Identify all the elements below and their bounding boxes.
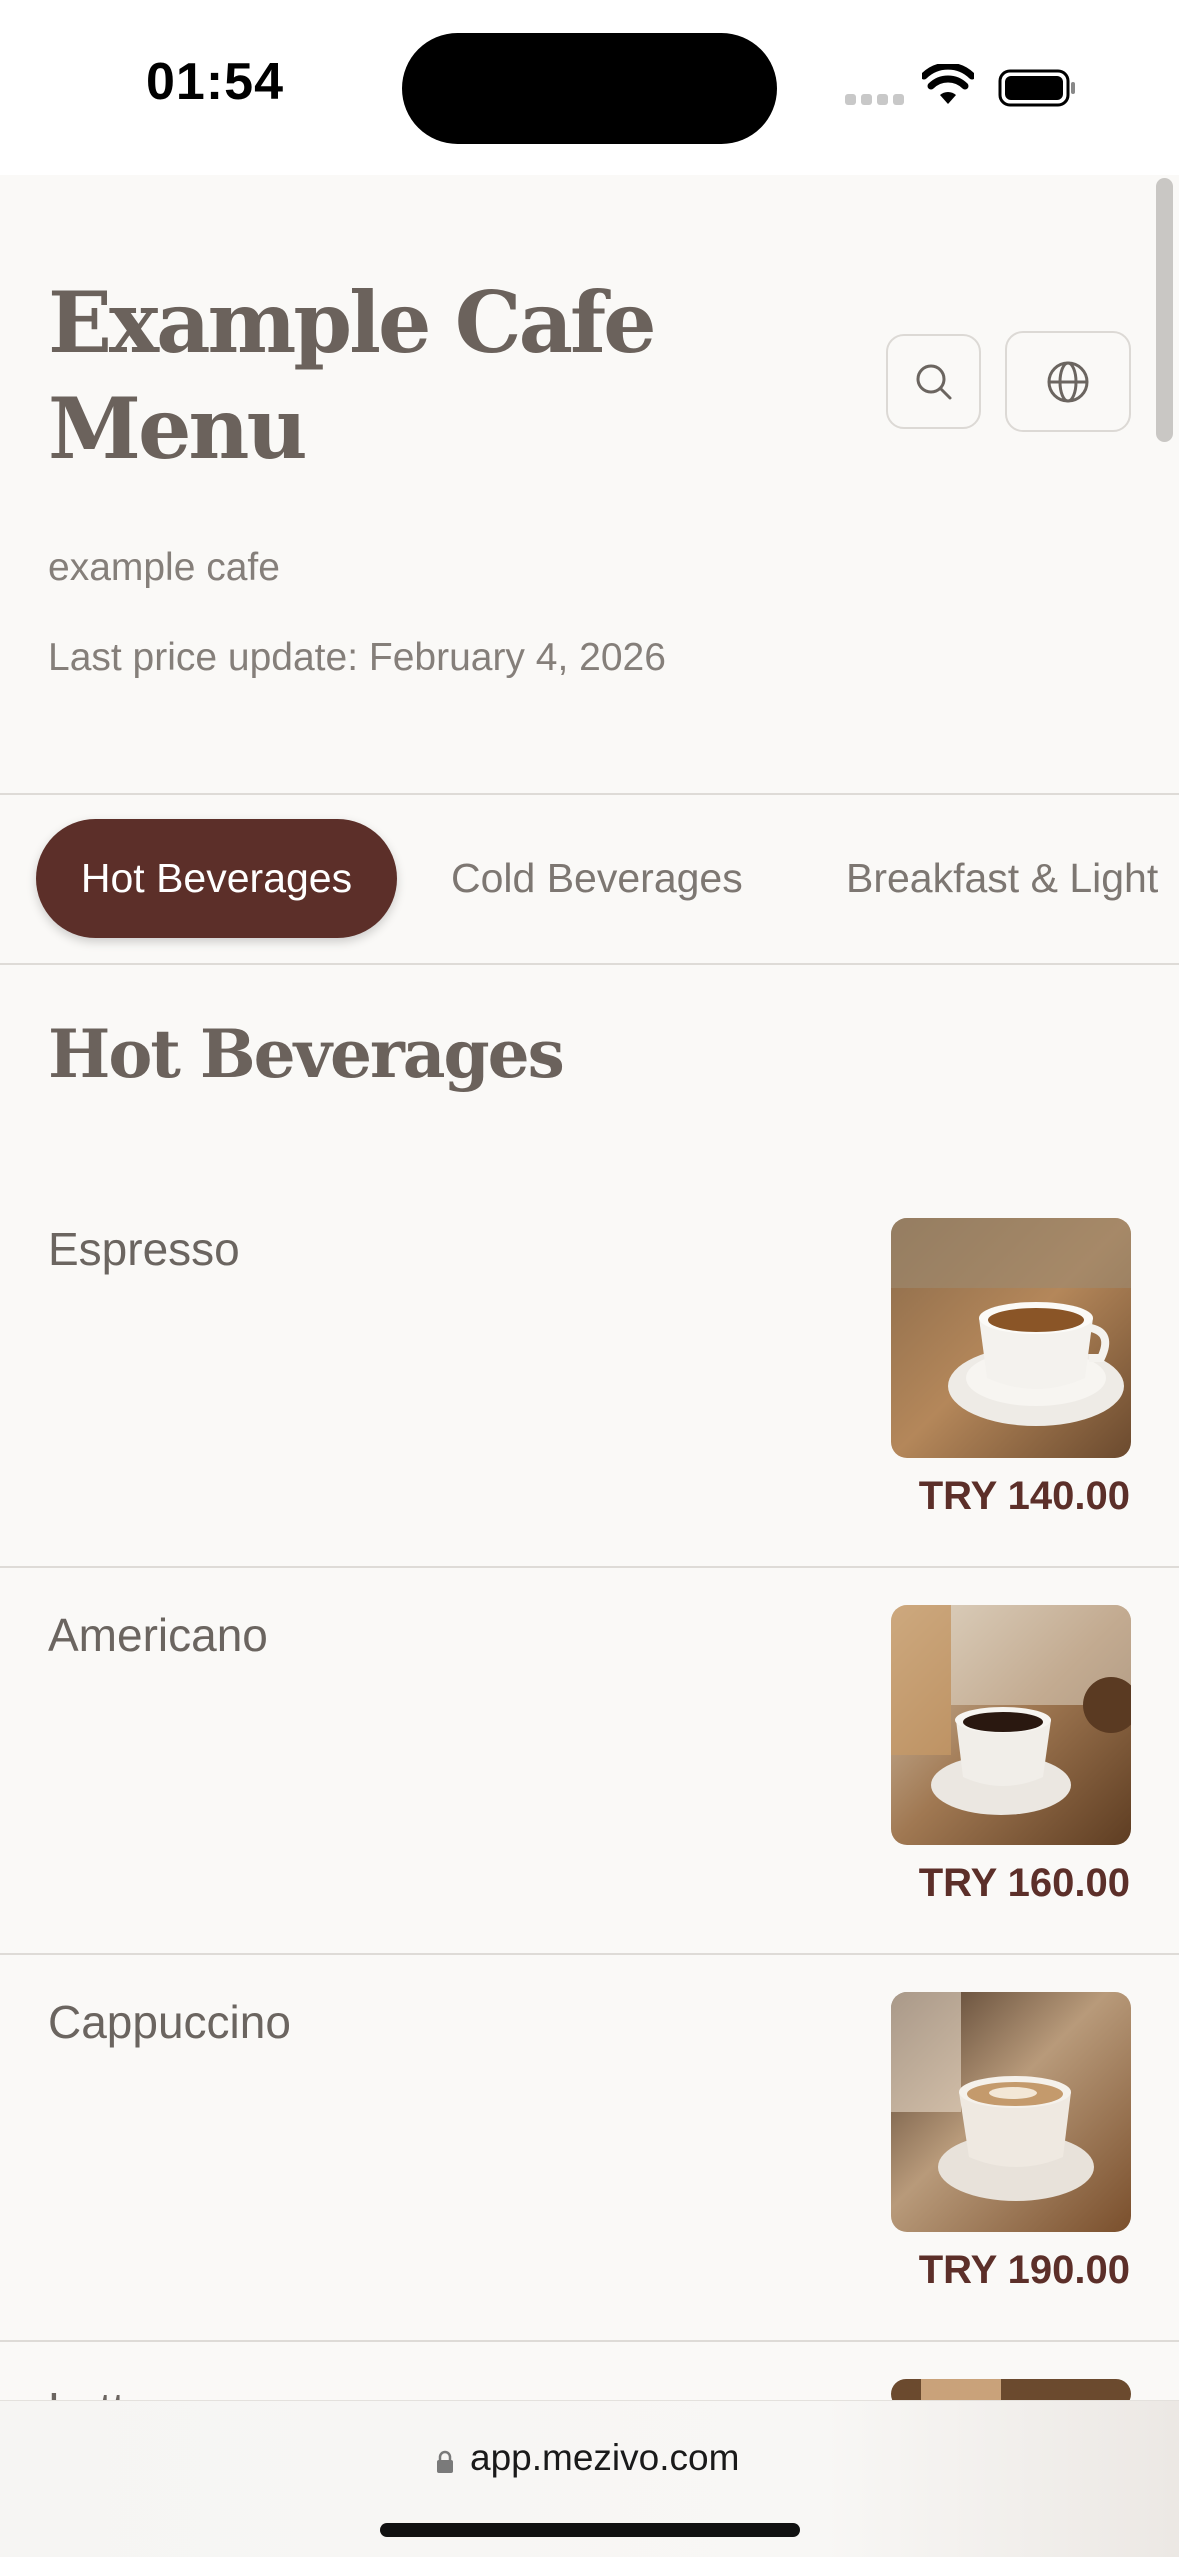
url-text[interactable]: app.mezivo.com — [470, 2437, 739, 2479]
item-name-americano[interactable]: Americano — [48, 1608, 268, 1662]
tabs-divider-top — [0, 793, 1179, 795]
item-image-americano[interactable] — [891, 1605, 1131, 1845]
item-price-americano: TRY 160.00 — [918, 1861, 1130, 1905]
wifi-icon — [922, 64, 974, 104]
search-icon — [916, 364, 951, 399]
last-price-update: Last price update: February 4, 2026 — [48, 636, 666, 679]
tab-hot-beverages[interactable]: Hot Beverages — [36, 819, 397, 938]
language-button[interactable] — [1005, 331, 1131, 432]
cafe-name: example cafe — [48, 546, 280, 589]
tab-breakfast-light[interactable]: Breakfast & Light — [846, 819, 1158, 938]
item-divider — [0, 1953, 1179, 1955]
status-time: 01:54 — [146, 53, 284, 111]
status-bar: 01:54 — [0, 0, 1179, 175]
battery-icon — [998, 69, 1075, 107]
home-indicator[interactable] — [380, 2523, 800, 2537]
item-name-espresso[interactable]: Espresso — [48, 1222, 240, 1276]
item-image-espresso[interactable] — [891, 1218, 1131, 1458]
section-title: Hot Beverages — [48, 1015, 565, 1093]
item-name-cappuccino[interactable]: Cappuccino — [48, 1995, 291, 2049]
scrollbar[interactable] — [1156, 178, 1173, 442]
page-title: Example Cafe Menu — [48, 273, 657, 478]
lock-icon — [437, 2450, 453, 2473]
item-price-cappuccino: TRY 190.00 — [918, 2248, 1130, 2292]
dynamic-island — [402, 33, 777, 144]
item-divider — [0, 1566, 1179, 1568]
cellular-signal-icon — [845, 94, 905, 106]
search-button[interactable] — [886, 334, 981, 429]
globe-icon — [1047, 361, 1089, 402]
tab-cold-beverages[interactable]: Cold Beverages — [451, 819, 743, 938]
tabs-divider-bottom — [0, 963, 1179, 965]
item-image-cappuccino[interactable] — [891, 1992, 1131, 2232]
item-divider — [0, 2340, 1179, 2342]
item-price-espresso: TRY 140.00 — [918, 1474, 1130, 1518]
